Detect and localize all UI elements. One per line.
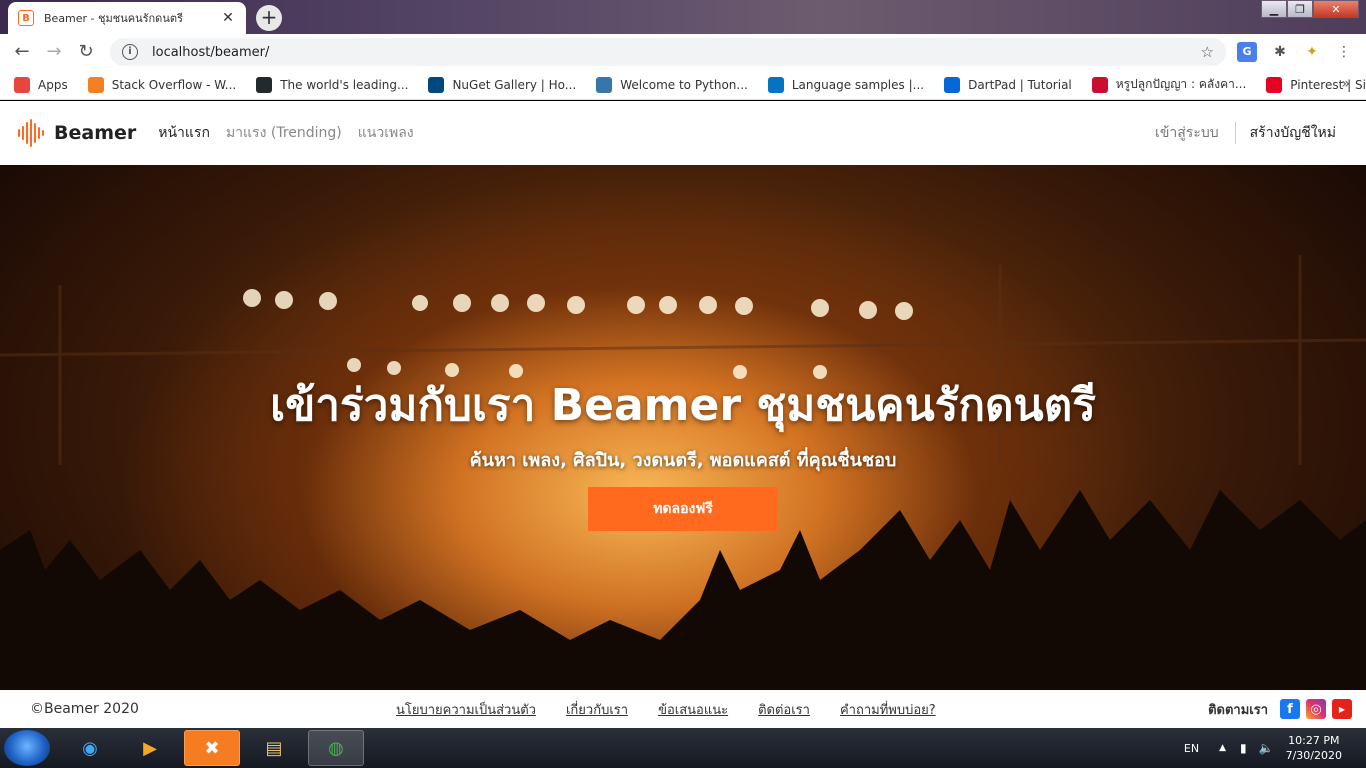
auth-links: เข้าสู่ระบบ สร้างบัญชีใหม่ [1155, 101, 1336, 165]
site-navbar: Beamer หน้าแรก มาแรง (Trending) แนวเพลง … [0, 101, 1366, 165]
bookmark-label: Stack Overflow - W... [111, 77, 237, 92]
windows-start-button[interactable] [4, 730, 50, 766]
follow-label: ติดตามเรา [1208, 702, 1268, 718]
bookmark-favicon-icon [428, 76, 445, 93]
bookmark-label: หรูปลูกปัญญา : คลังคา... [1115, 77, 1247, 91]
tray-expand-icon[interactable]: ▲ [1219, 743, 1226, 753]
window-minimize-button[interactable]: ▁ [1261, 0, 1287, 18]
nav-home-link[interactable]: หน้าแรก [158, 122, 210, 144]
brand-name: Beamer [54, 122, 137, 144]
bookmark-item[interactable]: Language samples |... [767, 76, 925, 93]
clock-date: 7/30/2020 [1285, 749, 1342, 762]
bookmark-item[interactable]: Welcome to Python... [596, 76, 748, 93]
login-link[interactable]: เข้าสู่ระบบ [1155, 122, 1236, 144]
clock-time: 10:27 PM [1288, 734, 1340, 747]
menu-kebab-icon[interactable]: ⋮ [1334, 42, 1354, 62]
extension-sparkle-icon[interactable]: ✦ [1302, 42, 1322, 62]
media-player-icon[interactable]: ▶ [122, 730, 178, 766]
new-tab-button[interactable]: + [256, 5, 282, 31]
brand-logo[interactable]: Beamer [18, 118, 158, 148]
battery-icon[interactable]: ▮ [1240, 741, 1247, 755]
site-footer: ©Beamer 2020 นโยบายความเป็นส่วนตัว เกี่ยว… [0, 690, 1366, 728]
bookmark-label: Pinterest | Sign up t... [1290, 77, 1366, 92]
bookmark-star-icon[interactable]: ☆ [1201, 43, 1214, 61]
nav-trending-link[interactable]: มาแรง (Trending) [226, 122, 342, 144]
windows-taskbar: ◉ ▶ ✖ ▤ ◍ EN ▲ ▮ 🔈 10:27 PM 7/30/2020 [0, 728, 1366, 768]
language-indicator[interactable]: EN [1184, 742, 1199, 755]
sound-wave-logo-icon [18, 118, 46, 148]
bookmark-favicon-icon [1091, 76, 1108, 93]
bookmark-favicon-icon [1266, 76, 1283, 93]
bookmark-favicon-icon [767, 76, 784, 93]
window-maximize-button[interactable]: ❐ [1287, 0, 1313, 18]
hero-title: เข้าร่วมกับเรา Beamer ชุมชนคนรักดนตรี [270, 380, 1096, 431]
footer-link[interactable]: ข้อเสนอแนะ [658, 699, 728, 720]
bookmark-favicon-icon [87, 76, 104, 93]
bookmark-label: The world's leading... [280, 77, 409, 92]
extensions-puzzle-icon[interactable]: ✱ [1270, 42, 1290, 62]
bookmark-item[interactable]: DartPad | Tutorial [944, 76, 1072, 93]
volume-icon[interactable]: 🔈 [1259, 741, 1274, 755]
footer-link[interactable]: เกี่ยวกับเรา [566, 699, 628, 720]
file-explorer-icon[interactable]: ▤ [246, 730, 302, 766]
reload-icon[interactable]: ↻ [74, 40, 98, 64]
instagram-icon[interactable]: ◎ [1306, 699, 1326, 719]
xampp-icon[interactable]: ✖ [184, 730, 240, 766]
bookmark-label: NuGet Gallery | Ho... [452, 77, 577, 92]
address-bar[interactable]: i localhost/beamer/ ☆ [110, 38, 1226, 66]
beamer-favicon-icon: B [18, 10, 34, 26]
bookmark-label: Apps [38, 77, 68, 92]
browser-tab[interactable]: B Beamer - ชุมชนคนรักดนตรี ✕ [8, 2, 246, 34]
facebook-icon[interactable]: f [1280, 699, 1300, 719]
bookmark-item[interactable]: หรูปลูกปัญญา : คลังคา... [1091, 75, 1247, 94]
footer-links: นโยบายความเป็นส่วนตัว เกี่ยวกับเรา ข้อเสนอ… [396, 690, 966, 728]
system-tray: EN ▲ ▮ 🔈 10:27 PM 7/30/2020 [1184, 728, 1356, 768]
footer-link[interactable]: นโยบายความเป็นส่วนตัว [396, 699, 536, 720]
forward-arrow-icon[interactable]: → [42, 40, 66, 64]
back-arrow-icon[interactable]: ← [10, 40, 34, 64]
bookmark-item[interactable]: Apps [14, 76, 68, 93]
bookmark-item[interactable]: The world's leading... [256, 76, 409, 93]
bookmark-favicon-icon [14, 76, 30, 93]
hero-subtitle: ค้นหา เพลง, ศิลปิน, วงดนตรี, พอดแคสต์ ที… [469, 450, 897, 471]
bookmark-label: Language samples |... [791, 77, 925, 92]
free-trial-button[interactable]: ทดลองฟรี [588, 487, 778, 531]
bookmark-item[interactable]: Stack Overflow - W... [87, 76, 237, 93]
site-info-icon[interactable]: i [122, 44, 138, 60]
bookmark-favicon-icon [944, 76, 961, 93]
edge-browser-icon[interactable]: ◉ [62, 730, 118, 766]
bookmark-label: Welcome to Python... [620, 77, 748, 92]
bookmark-favicon-icon [256, 76, 273, 93]
nav-genres-link[interactable]: แนวเพลง [358, 122, 414, 144]
bookmarks-overflow-icon[interactable]: » [1341, 76, 1350, 92]
bookmarks-bar: Apps Stack Overflow - W... The world's lea… [0, 70, 1366, 100]
social-follow: ติดตามเรา f ◎ ▶ [1208, 690, 1352, 728]
bookmark-item[interactable]: Pinterest | Sign up t... [1266, 76, 1366, 93]
bookmark-item[interactable]: NuGet Gallery | Ho... [428, 76, 577, 93]
translate-extension-icon[interactable]: G [1237, 42, 1257, 62]
browser-toolbar: ← → ↻ i localhost/beamer/ ☆ G ✱ ✦ ⋮ [0, 34, 1366, 70]
footer-link[interactable]: คำถามที่พบบ่อย? [840, 699, 936, 720]
bookmark-label: DartPad | Tutorial [968, 77, 1072, 92]
copyright-text: ©Beamer 2020 [30, 701, 139, 717]
close-tab-icon[interactable]: ✕ [220, 10, 236, 26]
footer-link[interactable]: ติดต่อเรา [758, 699, 810, 720]
system-clock[interactable]: 10:27 PM 7/30/2020 [1286, 733, 1342, 763]
chrome-taskbar-icon[interactable]: ◍ [308, 730, 364, 766]
url-text: localhost/beamer/ [152, 44, 270, 60]
signup-link[interactable]: สร้างบัญชีใหม่ [1236, 122, 1336, 144]
hero-banner: เข้าร่วมกับเรา Beamer ชุมชนคนรักดนตรี ค้… [0, 165, 1366, 690]
youtube-icon[interactable]: ▶ [1332, 699, 1352, 719]
window-close-button[interactable]: ✕ [1313, 0, 1359, 18]
browser-tab-strip: B Beamer - ชุมชนคนรักดนตรี ✕ + ▁ ❐ ✕ [0, 0, 1366, 34]
bookmark-favicon-icon [596, 76, 613, 93]
tab-title: Beamer - ชุมชนคนรักดนตรี [44, 12, 183, 25]
